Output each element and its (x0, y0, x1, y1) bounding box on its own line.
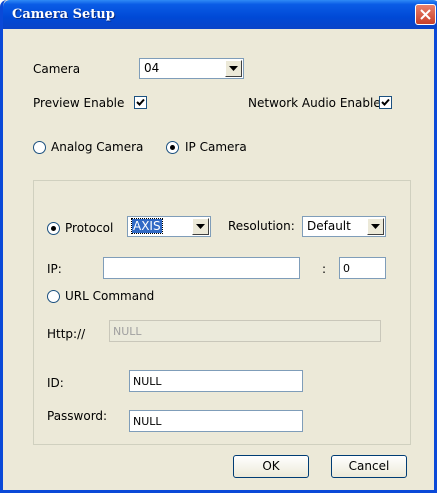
password-label: Password: (47, 409, 108, 423)
analog-camera-radio[interactable] (33, 141, 46, 154)
port-separator: : (322, 262, 327, 276)
protocol-select[interactable]: AXIS (127, 216, 211, 237)
network-audio-checkbox[interactable] (379, 96, 392, 109)
port-value: 0 (343, 262, 350, 275)
window-title: Camera Setup (12, 7, 115, 22)
password-value: NULL (133, 415, 162, 428)
id-label: ID: (47, 376, 64, 390)
ip-label: IP: (47, 262, 62, 276)
close-button[interactable] (415, 4, 436, 25)
resolution-select[interactable]: Default (302, 216, 386, 237)
port-input[interactable]: 0 (339, 257, 386, 279)
url-command-radio[interactable] (47, 290, 60, 303)
protocol-value: AXIS (131, 218, 163, 234)
ip-address-input[interactable] (103, 257, 300, 279)
preview-enable-checkbox[interactable] (134, 96, 147, 109)
url-command-label: URL Command (65, 289, 155, 303)
protocol-radio[interactable] (47, 222, 60, 235)
ok-button[interactable]: OK (233, 455, 309, 478)
analog-camera-label: Analog Camera (51, 140, 144, 154)
camera-label: Camera (33, 62, 81, 76)
preview-enable-label: Preview Enable (33, 96, 125, 110)
ip-camera-radio[interactable] (166, 141, 179, 154)
resolution-value: Default (307, 219, 351, 233)
resolution-dropdown-arrow[interactable] (367, 218, 384, 235)
checkmark-icon (136, 98, 145, 106)
chevron-down-icon (196, 224, 205, 229)
cancel-button[interactable]: Cancel (331, 455, 407, 478)
title-bar: Camera Setup (3, 0, 437, 29)
http-url-value: NULL (113, 325, 142, 338)
camera-value: 04 (144, 61, 160, 75)
camera-dropdown-arrow[interactable] (225, 60, 242, 77)
id-value: NULL (133, 375, 162, 388)
chevron-down-icon (371, 224, 380, 229)
resolution-label: Resolution: (228, 219, 295, 233)
chevron-down-icon (229, 66, 238, 71)
protocol-dropdown-arrow[interactable] (192, 218, 209, 235)
protocol-label: Protocol (65, 221, 114, 235)
id-input[interactable]: NULL (129, 370, 303, 392)
camera-setup-dialog: Camera Setup Camera 04 Preview Enable Ne… (0, 0, 437, 493)
close-icon (420, 9, 431, 20)
network-audio-label: Network Audio Enable (248, 96, 381, 110)
password-input[interactable]: NULL (129, 410, 303, 432)
ip-camera-label: IP Camera (185, 140, 247, 154)
checkmark-icon (381, 98, 390, 106)
http-label: Http:// (47, 327, 86, 341)
camera-select[interactable]: 04 (139, 58, 244, 79)
http-url-input[interactable]: NULL (109, 320, 381, 342)
